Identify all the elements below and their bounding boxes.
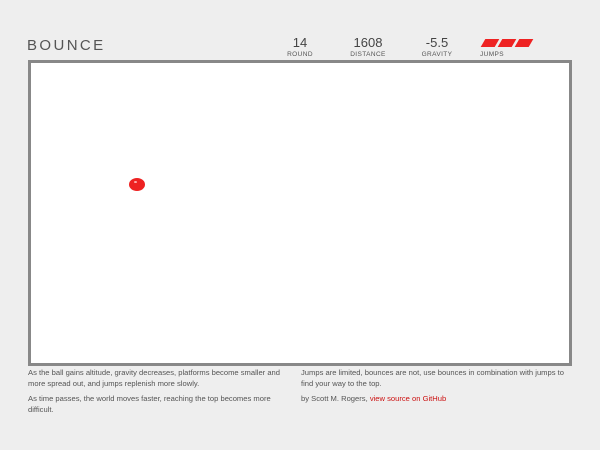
jumps-stat: JUMPS xyxy=(479,35,539,58)
distance-label: DISTANCE xyxy=(350,51,386,58)
ball-highlight xyxy=(134,181,137,183)
round-value: 14 xyxy=(292,35,308,50)
gravity-value: -5.5 xyxy=(425,35,449,50)
distance-value: 1608 xyxy=(353,35,383,50)
jump-bar xyxy=(514,39,534,47)
view-source-link[interactable]: view source on GitHub xyxy=(370,394,446,403)
round-stat: 14 ROUND xyxy=(265,35,335,58)
jumps-label: JUMPS xyxy=(480,51,505,58)
distance-stat: 1608 DISTANCE xyxy=(333,35,403,58)
game-canvas[interactable] xyxy=(28,60,572,366)
gravity-stat: -5.5 GRAVITY xyxy=(402,35,472,58)
author-credit: by Scott M. Rogers, xyxy=(301,394,368,403)
gravity-label: GRAVITY xyxy=(421,51,453,58)
gameplay-description-altitude: As the ball gains altitude, gravity decr… xyxy=(28,368,280,388)
jump-bar xyxy=(497,39,517,47)
jumps-indicator xyxy=(480,39,539,48)
credits: by Scott M. Rogers, view source on GitHu… xyxy=(301,394,571,405)
gameplay-description-jumps: Jumps are limited, bounces are not, use … xyxy=(301,368,564,388)
game-title: BOUNCE xyxy=(27,37,106,54)
jump-bar xyxy=(480,39,500,47)
ball xyxy=(129,178,145,191)
gameplay-description-time: As time passes, the world moves faster, … xyxy=(28,394,271,414)
round-label: ROUND xyxy=(287,51,313,58)
